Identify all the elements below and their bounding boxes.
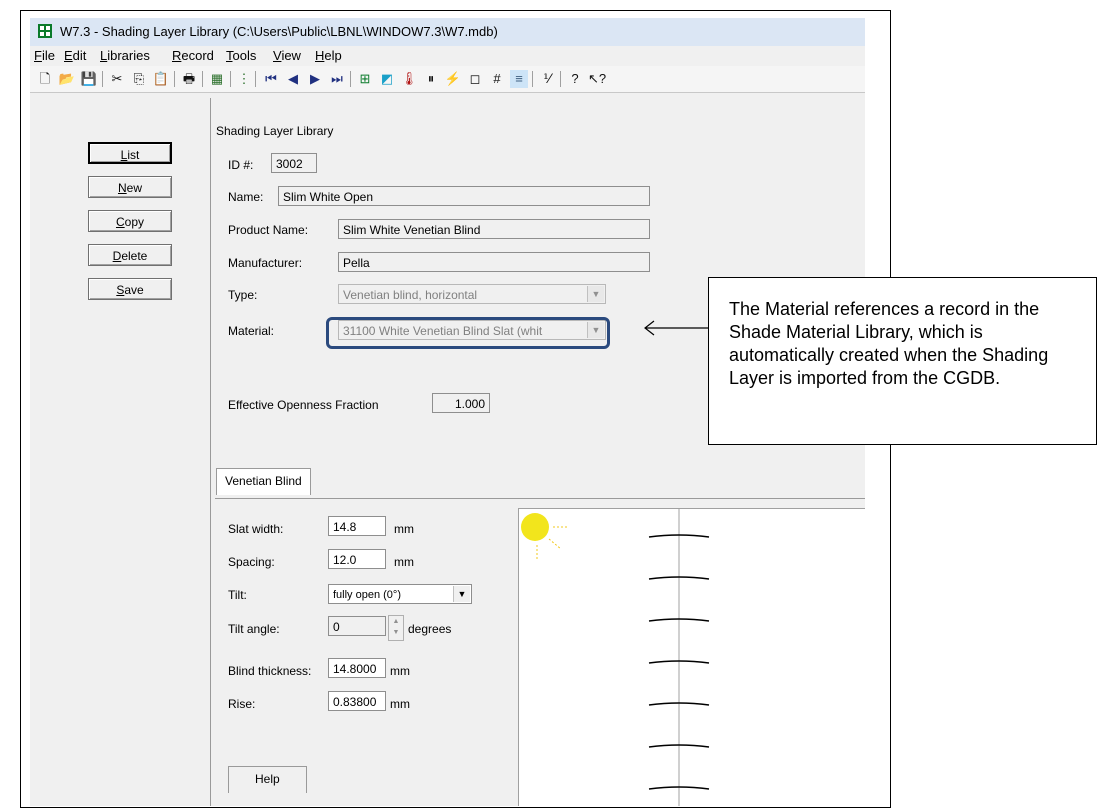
menu-tools[interactable]: Tools: [226, 48, 256, 63]
copy-icon[interactable]: ⎘: [130, 70, 148, 88]
blind-thickness-field[interactable]: 14.8000: [328, 658, 386, 678]
material-highlight-box: [326, 317, 610, 349]
manufacturer-field[interactable]: Pella: [338, 252, 650, 272]
slat-width-field[interactable]: 14.8: [328, 516, 386, 536]
blind-preview: [518, 508, 865, 806]
window-icon[interactable]: ⊞: [356, 70, 374, 88]
square-icon[interactable]: ◻: [466, 70, 484, 88]
openness-label: Effective Openness Fraction: [228, 398, 379, 412]
page-title: Shading Layer Library: [216, 124, 334, 138]
name-field[interactable]: Slim White Open: [278, 186, 650, 206]
menu-file[interactable]: File: [34, 48, 55, 63]
sun-icon: [521, 513, 549, 541]
tilt-angle-unit: degrees: [408, 622, 452, 636]
menu-record[interactable]: Record: [172, 48, 214, 63]
save-button[interactable]: Save: [88, 278, 172, 300]
list-button[interactable]: List: [88, 142, 172, 164]
new-icon[interactable]: 🗋: [36, 70, 54, 88]
toolbar: 🗋 📂 💾 ✂ ⎘ 📋 🖶 ▦ ⋮ ⏮ ◀ ▶ ⏭ ⊞ ◩ 🌡 ⏸ ⚡ ◻ # …: [30, 66, 865, 93]
spacing-unit: mm: [394, 555, 414, 569]
title-bar: W7.3 - Shading Layer Library (C:\Users\P…: [30, 18, 865, 46]
tilt-angle-field[interactable]: 0: [328, 616, 386, 636]
name-label: Name:: [228, 190, 264, 204]
chevron-down-icon: ▼: [587, 286, 604, 302]
help-button[interactable]: Help: [228, 766, 307, 793]
cut-icon[interactable]: ✂: [108, 70, 126, 88]
print-icon[interactable]: 🖶: [180, 70, 198, 88]
menu-help[interactable]: Help: [315, 48, 342, 63]
flash-icon[interactable]: ⚡: [444, 70, 462, 88]
delete-button[interactable]: Delete: [88, 244, 172, 266]
tilt-value: fully open (0°): [333, 589, 401, 601]
type-label: Type:: [228, 288, 258, 302]
tilt-angle-spinner[interactable]: ▲ ▼: [388, 615, 404, 641]
tilt-angle-label: Tilt angle:: [228, 622, 280, 636]
openness-field[interactable]: 1.000: [432, 393, 490, 413]
rise-unit: mm: [390, 697, 410, 711]
callout-note: The Material references a record in the …: [708, 277, 1097, 445]
last-record-icon[interactable]: ⏭: [328, 70, 346, 88]
id-label: ID #:: [228, 158, 254, 172]
tilt-select[interactable]: fully open (0°) ▼: [328, 584, 472, 604]
product-name-field[interactable]: Slim White Venetian Blind: [338, 219, 650, 239]
next-record-icon[interactable]: ▶: [306, 70, 324, 88]
blind-thickness-unit: mm: [390, 664, 410, 678]
formula-icon[interactable]: ⅟: [538, 70, 556, 88]
blind-thickness-label: Blind thickness:: [228, 664, 312, 678]
grid-icon[interactable]: ▦: [208, 70, 226, 88]
rise-label: Rise:: [228, 697, 256, 711]
type-value: Venetian blind, horizontal: [343, 288, 478, 302]
window-title: W7.3 - Shading Layer Library (C:\Users\P…: [60, 24, 498, 39]
hash-icon[interactable]: #: [488, 70, 506, 88]
tilt-label: Tilt:: [228, 588, 247, 602]
window-grid-icon: [38, 24, 52, 38]
menu-view[interactable]: View: [273, 48, 301, 63]
glass-icon[interactable]: ◩: [378, 70, 396, 88]
list-icon[interactable]: ⋮: [235, 70, 253, 88]
spacing-label: Spacing:: [228, 555, 275, 569]
help-icon[interactable]: ?: [566, 70, 584, 88]
callout-arrow: [644, 320, 708, 336]
blind-preview-drawing: [521, 509, 710, 806]
thermometer-icon[interactable]: 🌡: [400, 70, 418, 88]
new-button[interactable]: New: [88, 176, 172, 198]
chevron-down-icon: ▼: [453, 586, 470, 602]
id-field[interactable]: 3002: [271, 153, 317, 173]
type-select[interactable]: Venetian blind, horizontal ▼: [338, 284, 606, 304]
whats-this-icon[interactable]: ↖?: [588, 70, 606, 88]
paste-icon[interactable]: 📋: [152, 70, 170, 88]
first-record-icon[interactable]: ⏮: [262, 70, 280, 88]
slat-width-label: Slat width:: [228, 522, 284, 536]
tab-venetian-blind[interactable]: Venetian Blind: [216, 468, 311, 495]
open-icon[interactable]: 📂: [58, 70, 76, 88]
left-button-panel: List New Copy Delete Save: [38, 98, 211, 806]
rise-field[interactable]: 0.83800: [328, 691, 386, 711]
blind-icon[interactable]: ≡: [510, 70, 528, 88]
columns-icon[interactable]: ⏸: [422, 70, 440, 88]
save-icon[interactable]: 💾: [80, 70, 98, 88]
spacing-field[interactable]: 12.0: [328, 549, 386, 569]
slat-width-unit: mm: [394, 522, 414, 536]
copy-button[interactable]: Copy: [88, 210, 172, 232]
menu-bar: File Edit Libraries Record Tools View He…: [30, 46, 865, 66]
menu-libraries[interactable]: Libraries: [100, 48, 150, 63]
product-name-label: Product Name:: [228, 223, 309, 237]
material-label: Material:: [228, 324, 275, 338]
menu-edit[interactable]: Edit: [64, 48, 86, 63]
manufacturer-label: Manufacturer:: [228, 256, 303, 270]
prev-record-icon[interactable]: ◀: [284, 70, 302, 88]
